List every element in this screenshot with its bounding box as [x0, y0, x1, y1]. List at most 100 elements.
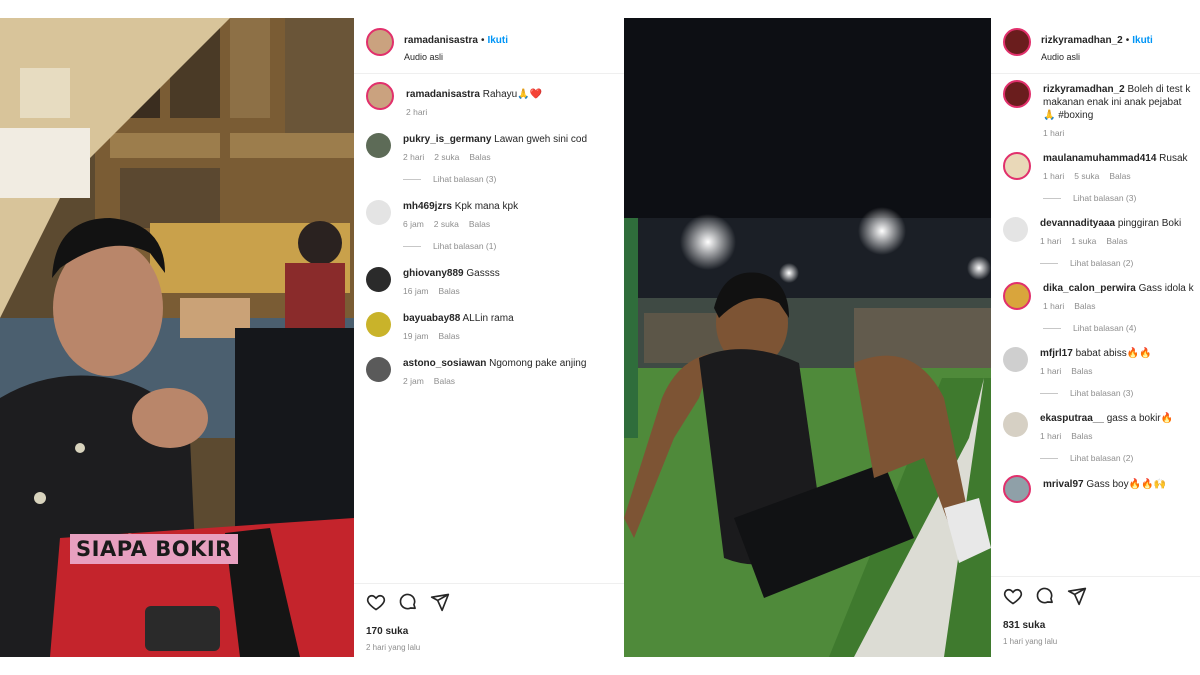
comment-item: maulanamuhammad414 Rusak 1 hari 5 suka Bal… — [1003, 152, 1196, 203]
comment-username[interactable]: bayuabay88 — [403, 313, 460, 324]
avatar[interactable] — [1003, 152, 1031, 180]
comment-time[interactable]: 1 hari — [1043, 128, 1064, 138]
comment-username[interactable]: pukry_is_germany — [403, 134, 491, 145]
posted-time: 2 hari yang lalu — [366, 643, 421, 652]
comment-username[interactable]: mfjrl17 — [1040, 348, 1073, 359]
comment-likes[interactable]: 2 suka — [434, 152, 459, 162]
avatar[interactable] — [366, 28, 394, 56]
comment-item: dika_calon_perwira Gass idola k 1 hari Ba… — [1003, 282, 1196, 333]
comment-time[interactable]: 2 hari — [406, 107, 427, 117]
heart-icon[interactable] — [366, 592, 386, 612]
header-divider — [991, 73, 1200, 74]
like-count[interactable]: 831 suka — [1003, 620, 1045, 631]
comment-likes[interactable]: 5 suka — [1074, 171, 1099, 181]
view-replies-button[interactable]: Lihat balasan (3) — [1040, 388, 1196, 398]
share-icon[interactable] — [1067, 586, 1087, 606]
view-replies-button[interactable]: Lihat balasan (1) — [403, 241, 620, 251]
post-2-video[interactable] — [624, 18, 991, 657]
audio-label[interactable]: Audio asli — [404, 52, 508, 62]
caption-item: rizkyramadhan_2 Boleh di test k makanan … — [1003, 80, 1196, 138]
avatar[interactable] — [366, 82, 394, 110]
share-icon[interactable] — [430, 592, 450, 612]
comment-item: mrival97 Gass boy🔥🔥🙌 — [1003, 475, 1196, 503]
comment-time[interactable]: 1 hari — [1043, 171, 1064, 181]
avatar[interactable] — [366, 200, 391, 225]
comment-time[interactable]: 6 jam — [403, 219, 424, 229]
comment-username[interactable]: mrival97 — [1043, 479, 1084, 490]
instagram-post-2: rizkyramadhan_2 • Ikuti Audio asli rizkyra… — [624, 18, 1200, 657]
comment-username[interactable]: mh469jzrs — [403, 201, 452, 212]
comment-likes[interactable]: 1 suka — [1071, 236, 1096, 246]
comment-time[interactable]: 1 hari — [1040, 431, 1061, 441]
avatar[interactable] — [1003, 282, 1031, 310]
avatar[interactable] — [366, 357, 391, 382]
view-replies-button[interactable]: Lihat balasan (2) — [1040, 453, 1196, 463]
comment-username[interactable]: maulanamuhammad414 — [1043, 153, 1156, 164]
post-2-username[interactable]: rizkyramadhan_2 — [1041, 35, 1123, 46]
post-2-side-panel: rizkyramadhan_2 • Ikuti Audio asli rizkyra… — [991, 18, 1200, 657]
reply-button[interactable]: Balas — [1074, 301, 1095, 311]
comment-username[interactable]: dika_calon_perwira — [1043, 283, 1136, 294]
post-1-header: ramadanisastra • Ikuti Audio asli — [366, 28, 508, 62]
avatar[interactable] — [366, 133, 391, 158]
comment-text: Gass idola k — [1138, 283, 1194, 294]
avatar[interactable] — [1003, 28, 1031, 56]
comment-username[interactable]: ramadanisastra — [406, 89, 480, 100]
comment-icon[interactable] — [1035, 586, 1055, 606]
view-replies-label: Lihat balasan (3) — [433, 174, 497, 184]
separator-dot: • — [480, 35, 485, 46]
comment-icon[interactable] — [398, 592, 418, 612]
comment-time[interactable]: 1 hari — [1040, 236, 1061, 246]
reply-button[interactable]: Balas — [1071, 431, 1092, 441]
view-replies-button[interactable]: Lihat balasan (2) — [1040, 258, 1196, 268]
avatar[interactable] — [1003, 217, 1028, 242]
view-replies-button[interactable]: Lihat balasan (4) — [1043, 323, 1196, 333]
comment-username[interactable]: astono_sosiawan — [403, 358, 486, 369]
comment-text: ALLin rama — [462, 313, 514, 324]
comment-likes[interactable]: 2 suka — [434, 219, 459, 229]
reply-button[interactable]: Balas — [1109, 171, 1130, 181]
avatar[interactable] — [1003, 412, 1028, 437]
avatar[interactable] — [1003, 475, 1031, 503]
view-replies-label: Lihat balasan (1) — [433, 241, 497, 251]
comment-text: Rahayu🙏❤️ — [482, 89, 543, 100]
reply-button[interactable]: Balas — [434, 376, 455, 386]
post-1-video[interactable]: SIAPA BOKIR — [0, 18, 354, 657]
reply-button[interactable]: Balas — [439, 331, 460, 341]
comment-username[interactable]: ekasputraa__ — [1040, 413, 1104, 424]
view-replies-label: Lihat balasan (4) — [1073, 323, 1137, 333]
reply-button[interactable]: Balas — [469, 152, 490, 162]
comment-username[interactable]: rizkyramadhan_2 — [1043, 84, 1125, 95]
reply-button[interactable]: Balas — [1106, 236, 1127, 246]
comment-time[interactable]: 1 hari — [1043, 301, 1064, 311]
instagram-post-1: SIAPA BOKIR ramadanisastra • Ikuti Audio a… — [0, 18, 624, 657]
post-1-username[interactable]: ramadanisastra — [404, 35, 478, 46]
avatar[interactable] — [366, 312, 391, 337]
reply-button[interactable]: Balas — [1071, 366, 1092, 376]
reply-button[interactable]: Balas — [439, 286, 460, 296]
comment-time[interactable]: 2 jam — [403, 376, 424, 386]
comment-item: bayuabay88 ALLin rama 19 jam Balas — [366, 312, 620, 341]
comments-list: rizkyramadhan_2 Boleh di test k makanan … — [1003, 80, 1196, 503]
comment-time[interactable]: 19 jam — [403, 331, 429, 341]
comments-list: ramadanisastra Rahayu🙏❤️ 2 hari pukry_is… — [366, 82, 620, 386]
avatar[interactable] — [1003, 347, 1028, 372]
comment-username[interactable]: devannadityaaa — [1040, 218, 1115, 229]
heart-icon[interactable] — [1003, 586, 1023, 606]
follow-button[interactable]: Ikuti — [487, 35, 508, 46]
comment-time[interactable]: 1 hari — [1040, 366, 1061, 376]
comment-text: Ngomong pake anjing — [489, 358, 587, 369]
avatar[interactable] — [1003, 80, 1031, 108]
audio-label[interactable]: Audio asli — [1041, 52, 1153, 62]
caption-item: ramadanisastra Rahayu🙏❤️ 2 hari — [366, 82, 620, 117]
reply-button[interactable]: Balas — [469, 219, 490, 229]
avatar[interactable] — [366, 267, 391, 292]
comment-time[interactable]: 16 jam — [403, 286, 429, 296]
comment-username[interactable]: ghiovany889 — [403, 268, 464, 279]
view-replies-label: Lihat balasan (2) — [1070, 258, 1134, 268]
follow-button[interactable]: Ikuti — [1132, 35, 1153, 46]
like-count[interactable]: 170 suka — [366, 626, 408, 637]
view-replies-button[interactable]: Lihat balasan (3) — [403, 174, 620, 184]
comment-time[interactable]: 2 hari — [403, 152, 424, 162]
view-replies-button[interactable]: Lihat balasan (3) — [1043, 193, 1196, 203]
